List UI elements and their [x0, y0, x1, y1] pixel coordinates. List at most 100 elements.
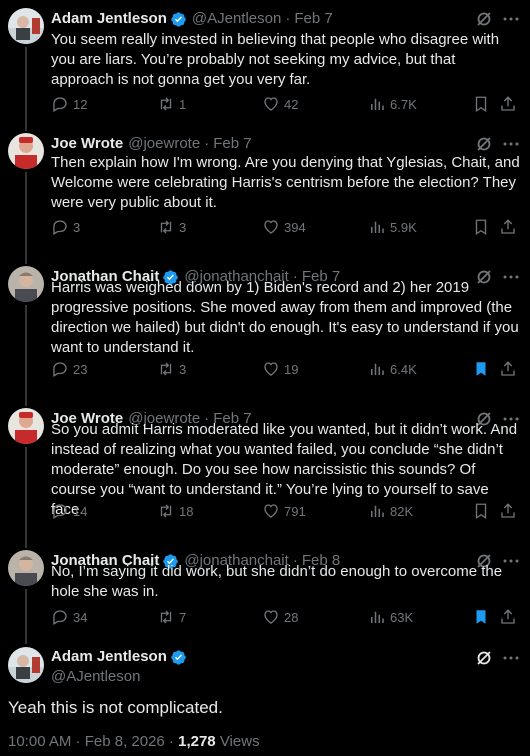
reply-button[interactable]: 12 [51, 94, 87, 114]
share-button[interactable] [499, 607, 517, 627]
share-button[interactable] [499, 94, 517, 114]
views-count: 6.7K [390, 96, 417, 112]
views-button[interactable]: 82K [368, 501, 413, 521]
avatar[interactable] [8, 550, 44, 586]
bookmark-icon [475, 96, 487, 113]
repost-button[interactable]: 18 [157, 501, 193, 521]
reply-count: 12 [73, 96, 88, 112]
thread-line [25, 47, 27, 125]
avatar[interactable] [8, 133, 44, 169]
tweet-header: Adam Jentleson @AJentleson · Feb 7 [51, 10, 333, 28]
views-button[interactable]: 63K [368, 607, 413, 627]
repost-count: 18 [179, 503, 194, 519]
views-icon [371, 505, 384, 517]
repost-button[interactable]: 3 [157, 359, 186, 379]
views-button[interactable]: 5.9K [368, 217, 417, 237]
grok-icon[interactable] [474, 9, 494, 29]
reply-icon [53, 97, 67, 112]
tweet-text: Harris was weighed down by 1) Biden's re… [51, 279, 519, 356]
tweet-date[interactable]: Feb 7 [213, 135, 251, 153]
tweet-timestamp[interactable]: 10:00 AM · Feb 8, 2026 · [8, 733, 178, 750]
bookmark-button[interactable] [472, 217, 490, 237]
reply-count: 3 [73, 219, 81, 235]
share-icon [501, 96, 515, 111]
share-button[interactable] [499, 359, 517, 379]
views-button[interactable]: 6.4K [368, 359, 417, 379]
tweet[interactable]: Jonathan Chait @jonathanchait · Feb 7 Ha… [0, 258, 530, 400]
tweet-actions: 3 3 394 5.9K [51, 217, 520, 237]
share-icon [501, 361, 515, 376]
tweet-actions: 34 7 28 63K [51, 607, 520, 627]
like-button[interactable]: 28 [262, 607, 298, 627]
reply-count: 34 [73, 609, 88, 625]
avatar[interactable] [8, 647, 44, 683]
share-icon [501, 609, 515, 624]
tweet[interactable]: Adam Jentleson @AJentleson · Feb 7 You s… [0, 0, 530, 125]
views-icon [371, 221, 384, 233]
author-handle[interactable]: @AJentleson [192, 10, 281, 28]
bookmark-button[interactable] [472, 607, 490, 627]
reply-button[interactable]: 23 [51, 359, 87, 379]
repost-count: 7 [179, 609, 187, 625]
repost-button[interactable]: 7 [157, 607, 186, 627]
tweet[interactable]: Jonathan Chait @jonathanchait · Feb 8 No… [0, 542, 530, 642]
grok-icon[interactable] [474, 648, 494, 668]
views-button[interactable]: 6.7K [368, 94, 417, 114]
like-count: 42 [284, 96, 299, 112]
tweet-actions: 14 18 791 82K [51, 501, 520, 521]
bookmark-button[interactable] [472, 359, 490, 379]
like-count: 394 [284, 219, 306, 235]
like-button[interactable]: 42 [262, 94, 298, 114]
focused-tweet[interactable]: Adam Jentleson @AJentleson Yeah this is … [0, 636, 530, 756]
share-button[interactable] [499, 501, 517, 521]
tweet[interactable]: Joe Wrote @joewrote · Feb 7 Then explain… [0, 125, 530, 258]
like-button[interactable]: 394 [262, 217, 306, 237]
repost-icon [160, 610, 172, 624]
more-options-icon[interactable] [502, 10, 520, 28]
thread-line [25, 636, 27, 644]
tweet-meta: 10:00 AM · Feb 8, 2026 · 1,278 Views [8, 733, 260, 750]
repost-icon [160, 362, 172, 376]
more-options-icon[interactable] [502, 135, 520, 153]
thread-line [25, 589, 27, 642]
views-count: 1,278 [178, 733, 216, 750]
more-options-icon[interactable] [502, 649, 520, 667]
like-button[interactable]: 19 [262, 359, 298, 379]
heart-icon [264, 220, 278, 234]
repost-button[interactable]: 3 [157, 217, 186, 237]
repost-count: 1 [179, 96, 187, 112]
grok-icon[interactable] [474, 134, 494, 154]
reply-icon [53, 362, 67, 377]
author-name[interactable]: Adam Jentleson [51, 648, 167, 666]
reply-button[interactable]: 3 [51, 217, 80, 237]
like-count: 28 [284, 609, 299, 625]
verified-badge-icon [171, 649, 186, 665]
reply-button[interactable]: 34 [51, 607, 87, 627]
tweet-date[interactable]: Feb 7 [294, 10, 332, 28]
views-icon [371, 98, 384, 110]
tweet-actions: 12 1 42 6.7K [51, 94, 520, 114]
avatar[interactable] [8, 266, 44, 302]
reply-button[interactable]: 14 [51, 501, 87, 521]
bookmark-icon [475, 503, 487, 520]
bookmark-filled-icon [476, 610, 486, 624]
tweet[interactable]: Joe Wrote @joewrote · Feb 7 So you admit… [0, 400, 530, 542]
tweet-text: Yeah this is not complicated. [8, 698, 223, 717]
avatar[interactable] [8, 8, 44, 44]
repost-button[interactable]: 1 [157, 94, 186, 114]
author-handle[interactable]: @joewrote [128, 135, 200, 153]
repost-count: 3 [179, 219, 187, 235]
author-name[interactable]: Adam Jentleson [51, 10, 167, 28]
bookmark-button[interactable] [472, 501, 490, 521]
like-button[interactable]: 791 [262, 501, 306, 521]
bookmark-button[interactable] [472, 94, 490, 114]
views-count: 82K [390, 503, 414, 519]
tweet-text: Then explain how I'm wrong. Are you deny… [51, 154, 520, 211]
share-button[interactable] [499, 217, 517, 237]
author-handle[interactable]: @AJentleson [51, 668, 140, 686]
author-name[interactable]: Joe Wrote [51, 135, 123, 153]
reply-count: 14 [73, 503, 88, 519]
avatar[interactable] [8, 408, 44, 444]
verified-badge-icon [171, 11, 186, 27]
views-label: Views [215, 733, 260, 750]
